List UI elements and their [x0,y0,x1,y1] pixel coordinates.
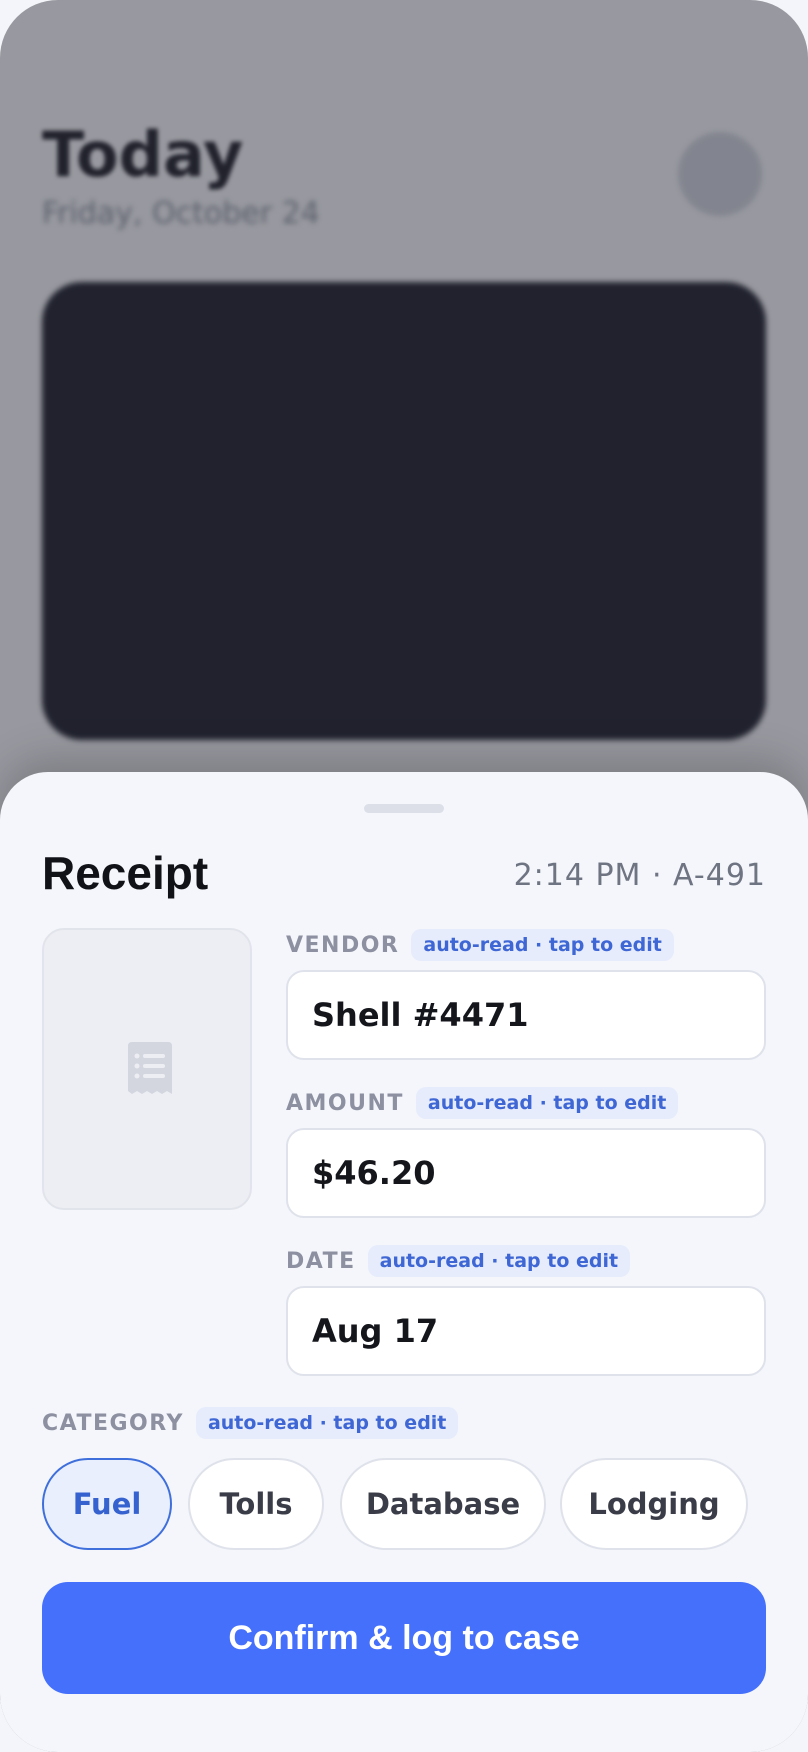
sheet-meta: 2:14 PM · A-491 [513,858,766,893]
category-label: CATEGORY [42,1410,184,1436]
category-auto-read-hint: auto-read · tap to edit [195,1407,459,1439]
sheet-title: Receipt [42,847,209,899]
vendor-label: VENDOR [286,932,400,958]
amount-auto-read-hint: auto-read · tap to edit [415,1087,679,1119]
category-chip-lodging[interactable]: Lodging [560,1458,748,1550]
phone-screen: Today Friday, October 24 Receipt 2:14 PM… [0,0,808,1752]
sheet-grabber[interactable] [364,804,444,813]
date-field-group: DATE auto-read · tap to edit Aug 17 [286,1244,766,1376]
date-field[interactable]: Aug 17 [286,1286,766,1376]
vendor-field[interactable]: Shell #4471 [286,970,766,1060]
amount-field-group: AMOUNT auto-read · tap to edit $46.20 [286,1086,766,1218]
confirm-log-button[interactable]: Confirm & log to case [42,1582,766,1694]
receipt-thumbnail[interactable] [42,928,252,1210]
receipt-icon [128,1042,172,1094]
date-label: DATE [286,1248,356,1274]
vendor-field-group: VENDOR auto-read · tap to edit Shell #44… [286,928,766,1060]
date-auto-read-hint: auto-read · tap to edit [367,1245,631,1277]
category-label-row: CATEGORY auto-read · tap to edit [42,1406,459,1440]
amount-label: AMOUNT [286,1090,404,1116]
category-chip-tolls[interactable]: Tolls [188,1458,324,1550]
category-chip-fuel[interactable]: Fuel [42,1458,172,1550]
category-chip-database[interactable]: Database [340,1458,546,1550]
vendor-auto-read-hint: auto-read · tap to edit [411,929,674,961]
amount-field[interactable]: $46.20 [286,1128,766,1218]
